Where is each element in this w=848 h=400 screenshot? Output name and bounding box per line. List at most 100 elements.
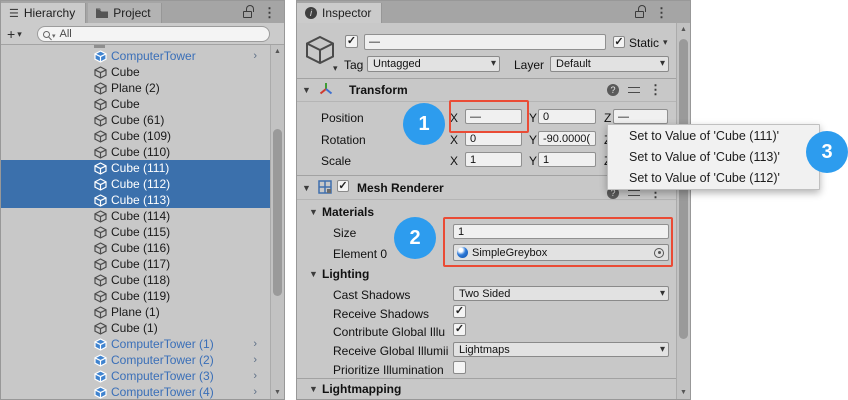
list-item[interactable]: Cube (112) <box>1 176 271 192</box>
list-item[interactable]: Cube <box>1 96 271 112</box>
list-item[interactable]: Cube <box>1 64 271 80</box>
list-item[interactable]: Cube (115) <box>1 224 271 240</box>
tab-hierarchy[interactable]: ☰ Hierarchy <box>1 3 86 23</box>
inspector-tabstrip: i Inspector ⋮ <box>297 1 690 23</box>
size-label: Size <box>333 226 356 240</box>
scrollbar-thumb[interactable] <box>273 129 282 296</box>
inspector-panel: i Inspector ⋮ ▾ ✓ — ✓ Static ▾ Tag Untag… <box>296 0 691 400</box>
name-field[interactable]: — <box>364 34 606 50</box>
scroll-down-icon[interactable]: ▼ <box>271 389 284 396</box>
active-checkbox[interactable]: ✓ <box>345 35 358 48</box>
list-item[interactable]: Cube (118) <box>1 272 271 288</box>
hierarchy-list: ComputerTower› Cube Plane (2) Cube Cube … <box>1 45 271 399</box>
list-item[interactable]: ComputerTower (1) › <box>1 336 271 352</box>
scroll-down-icon[interactable]: ▼ <box>677 389 690 396</box>
presets-icon[interactable] <box>628 85 640 95</box>
lighting-row-label: Contribute Global Illu <box>333 325 452 339</box>
cube-icon <box>94 130 107 143</box>
receive-shadows-checkbox[interactable]: ✓ <box>453 305 466 318</box>
add-object-button[interactable]: +▾ <box>7 26 22 42</box>
list-item-label: Cube (110) <box>111 145 170 159</box>
list-item-label: Cube (117) <box>111 257 170 271</box>
chevron-right-icon[interactable]: › <box>253 386 257 398</box>
scroll-up-icon[interactable]: ▲ <box>271 48 284 55</box>
gameobject-cube-icon[interactable] <box>304 34 336 66</box>
kebab-menu-icon[interactable]: ⋮ <box>263 6 276 19</box>
prioritize-illumination-checkbox[interactable] <box>453 361 466 374</box>
scroll-up-icon[interactable]: ▲ <box>677 26 690 33</box>
chevron-right-icon[interactable]: › <box>253 370 257 382</box>
list-item[interactable]: Cube (109) <box>1 128 271 144</box>
cube-icon <box>94 114 107 127</box>
position-y-field[interactable]: 0 <box>538 109 596 124</box>
scale-label: Scale <box>321 154 351 168</box>
tab-inspector[interactable]: i Inspector <box>297 3 382 23</box>
mesh-renderer-icon <box>318 180 332 194</box>
scale-x-field[interactable]: 1 <box>465 152 522 167</box>
tab-hierarchy-label: Hierarchy <box>24 6 75 20</box>
scale-y-field[interactable]: 1 <box>538 152 596 167</box>
kebab-menu-icon[interactable]: ⋮ <box>655 6 668 19</box>
help-icon[interactable]: ? <box>607 84 619 96</box>
context-menu-item[interactable]: Set to Value of 'Cube (111)' <box>608 126 819 147</box>
receive-global-illumii-dropdown[interactable]: Lightmaps <box>453 342 669 357</box>
list-item-label: ComputerTower (4) <box>111 385 214 399</box>
lock-icon[interactable] <box>243 11 252 18</box>
chevron-right-icon[interactable]: › <box>253 338 257 350</box>
annotation-box-position-x <box>449 100 529 133</box>
mesh-renderer-foldout-icon[interactable]: ▼ <box>302 183 311 193</box>
list-item[interactable]: Plane (2) <box>1 80 271 96</box>
mesh-renderer-checkbox[interactable]: ✓ <box>337 180 349 192</box>
list-item[interactable]: ComputerTower (2) › <box>1 352 271 368</box>
static-checkbox[interactable]: ✓ <box>613 36 625 48</box>
list-item[interactable]: Cube (119) <box>1 288 271 304</box>
lighting-foldout-icon[interactable]: ▼ <box>309 269 318 279</box>
rotation-x-field[interactable]: 0 <box>465 131 522 146</box>
chevron-right-icon[interactable]: › <box>253 50 257 62</box>
layer-dropdown[interactable]: Default <box>550 56 669 72</box>
prefab-cube-icon <box>94 354 107 367</box>
list-item[interactable]: ComputerTower (4) › <box>1 384 271 399</box>
lock-icon[interactable] <box>635 11 644 18</box>
materials-foldout-icon[interactable]: ▼ <box>309 207 318 217</box>
axis-y-label: Y <box>529 154 537 168</box>
rotation-y-field[interactable]: -90.0000( <box>538 131 596 146</box>
list-item[interactable]: Cube (113) <box>1 192 271 208</box>
list-item-label: Cube <box>111 97 140 111</box>
static-caret-icon[interactable]: ▾ <box>663 37 668 48</box>
list-item[interactable]: Plane (1) <box>1 304 271 320</box>
hierarchy-scrollbar[interactable]: ▲ ▼ <box>270 45 284 399</box>
context-menu: Set to Value of 'Cube (111)'Set to Value… <box>607 124 820 190</box>
cube-icon <box>94 82 107 95</box>
list-item[interactable]: Cube (61) <box>1 112 271 128</box>
annotation-step-3: 3 <box>806 131 848 173</box>
cast-shadows-dropdown[interactable]: Two Sided <box>453 286 669 301</box>
list-item[interactable]: Cube (1) <box>1 320 271 336</box>
tag-dropdown[interactable]: Untagged <box>367 56 500 72</box>
chevron-right-icon[interactable]: › <box>253 354 257 366</box>
list-item[interactable]: Cube (116) <box>1 240 271 256</box>
list-item-label: Cube (111) <box>111 161 169 175</box>
list-item[interactable]: ComputerTower (3)› <box>1 368 271 384</box>
kebab-menu-icon[interactable]: ⋮ <box>649 83 662 96</box>
position-z-field[interactable]: — <box>613 109 668 124</box>
contribute-global-illu-checkbox[interactable]: ✓ <box>453 323 466 336</box>
list-item-label: ComputerTower (1) <box>111 337 214 351</box>
lightmapping-foldout-icon[interactable]: ▼ <box>309 384 318 394</box>
axis-x-label: X <box>450 154 458 168</box>
context-menu-item[interactable]: Set to Value of 'Cube (113)' <box>608 147 819 168</box>
list-item-label: ComputerTower (2) <box>111 353 214 367</box>
icon-picker-caret[interactable]: ▾ <box>333 63 338 74</box>
context-menu-item[interactable]: Set to Value of 'Cube (112)' <box>608 168 819 189</box>
inspector-scrollbar[interactable]: ▲ ▼ <box>676 23 690 399</box>
search-icon <box>43 31 50 38</box>
list-item[interactable]: Cube (117) <box>1 256 271 272</box>
list-item-label: Cube (115) <box>111 225 170 239</box>
list-item[interactable]: Cube (110) <box>1 144 271 160</box>
list-item[interactable]: ComputerTower› <box>1 48 271 64</box>
search-input[interactable]: ▾ All <box>37 26 270 42</box>
transform-foldout-icon[interactable]: ▼ <box>302 85 311 95</box>
list-item[interactable]: Cube (114) <box>1 208 271 224</box>
tab-project[interactable]: Project <box>88 3 161 23</box>
list-item[interactable]: Cube (111) <box>1 160 271 176</box>
